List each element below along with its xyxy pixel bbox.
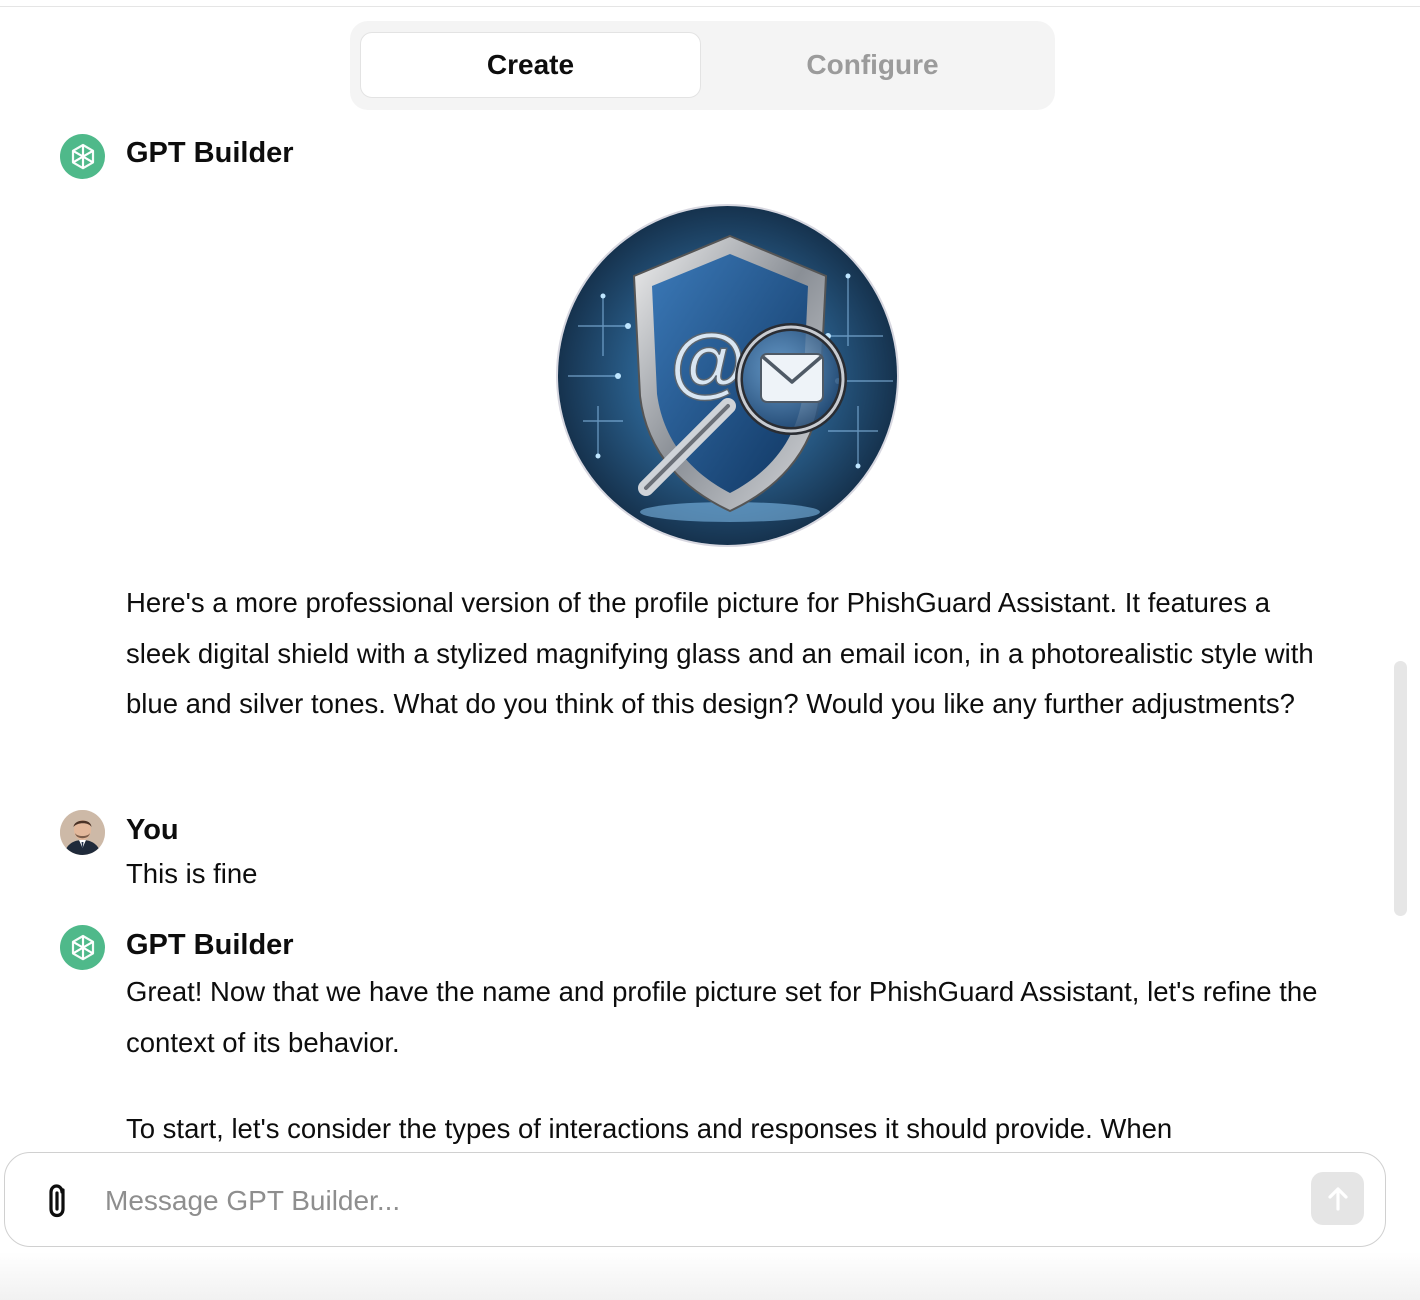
openai-logo-icon [71,934,94,960]
paperclip-icon [49,1184,65,1218]
openai-logo-icon [71,143,94,169]
top-divider [0,6,1420,7]
message-composer [4,1152,1386,1247]
message-text: This is fine [126,858,258,889]
message-text: Here's a more professional version of th… [126,587,1314,719]
tab-create[interactable]: Create [360,32,701,98]
send-button[interactable] [1311,1172,1364,1225]
message-text: Great! Now that we have the name and pro… [126,976,1318,1058]
bottom-fade [0,1252,1420,1300]
message-author: GPT Builder [126,137,294,169]
user-photo-icon [60,810,105,855]
user-avatar [60,810,105,855]
gpt-builder-avatar [60,134,105,179]
gpt-builder-avatar [60,925,105,970]
message-author: You [126,814,179,846]
svg-text:@: @ [670,317,746,405]
message-input[interactable] [103,1173,1287,1229]
arrow-up-icon [1327,1186,1348,1211]
attach-button[interactable] [41,1181,77,1221]
mode-switcher: Create Configure [350,21,1055,110]
chat-scrollbar[interactable] [1394,661,1407,916]
gpt-builder-page: Create Configure GPT Builder @ Here's a … [0,0,1420,1300]
tab-configure[interactable]: Configure [702,32,1043,98]
message-text: To start, let's consider the types of in… [126,1113,1173,1144]
generated-profile-picture[interactable]: @ [556,204,899,547]
message-author: GPT Builder [126,929,294,961]
shield-magnifier-email-image: @ [558,206,897,545]
